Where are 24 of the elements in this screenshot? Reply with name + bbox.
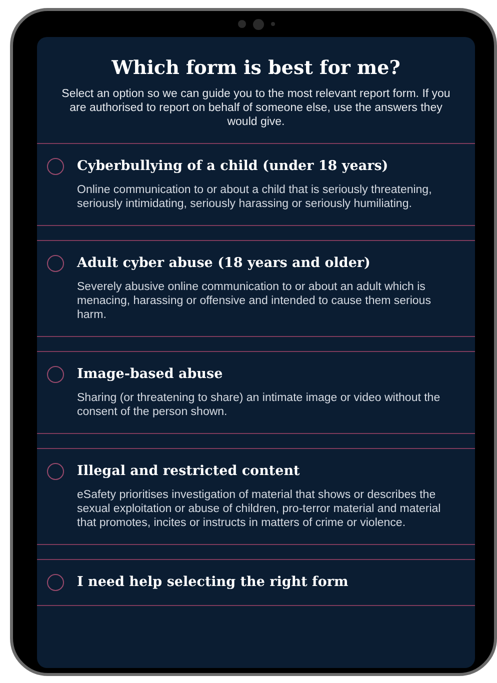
intro-text: Select an option so we can guide you to the most relevant report form. If you are authorised to report on behalf of someone else, use the answers they would give.: [60, 87, 452, 129]
option-description: Online communication to or about a child that is seriously threatening, seriously intimidating, seriously harassing or seriously humiliating.: [77, 183, 433, 211]
option-title: Illegal and restricted content: [77, 463, 301, 480]
option-description: eSafety prioritises investigation of material that shows or describes the sexual exploitation or abuse of children, pro-terror material and material that promotes, incites or instructs in matters of crime or violence.: [77, 488, 442, 530]
option-title: Adult cyber abuse (18 years and older): [77, 255, 372, 272]
option-card[interactable]: I need help selecting the right form: [37, 559, 475, 606]
sensor-icon: [270, 22, 274, 26]
radio-button[interactable]: [47, 463, 64, 480]
option-title: I need help selecting the right form: [77, 574, 350, 591]
option-description: Severely abusive online communication to or about an adult which is menacing, harassing or offensive and intended to cause them serious harm.: [77, 280, 432, 322]
radio-button[interactable]: [47, 574, 64, 591]
option-title: Image-based abuse: [77, 366, 224, 383]
option-title: Cyberbullying of a child (under 18 years): [77, 158, 390, 175]
radio-button[interactable]: [47, 255, 64, 272]
option-card[interactable]: [37, 448, 475, 545]
camera-icon: [252, 18, 264, 30]
sensor-icon: [238, 20, 246, 28]
radio-button[interactable]: [47, 366, 64, 383]
option-card[interactable]: Cyberbullying of a child (under 18 years) Online communication to or about a child that is seriously threatening, seriously intimidating, seriously harassing or seriously humiliating.: [37, 143, 475, 226]
option-card[interactable]: Adult cyber abuse (18 years and older) Severely abusive online communication to or about an adult which is menacing, harassing or offensive and intended to cause them serious harm.: [37, 240, 475, 337]
page-title: Which form is best for me?: [112, 57, 400, 79]
option-description: Sharing (or threatening to share) an intimate image or video without the consent of the person shown.: [77, 391, 442, 419]
option-card[interactable]: Image-based abuse Sharing (or threatening to share) an intimate image or video without the consent of the person shown.: [37, 351, 475, 434]
radio-button[interactable]: [47, 158, 64, 175]
